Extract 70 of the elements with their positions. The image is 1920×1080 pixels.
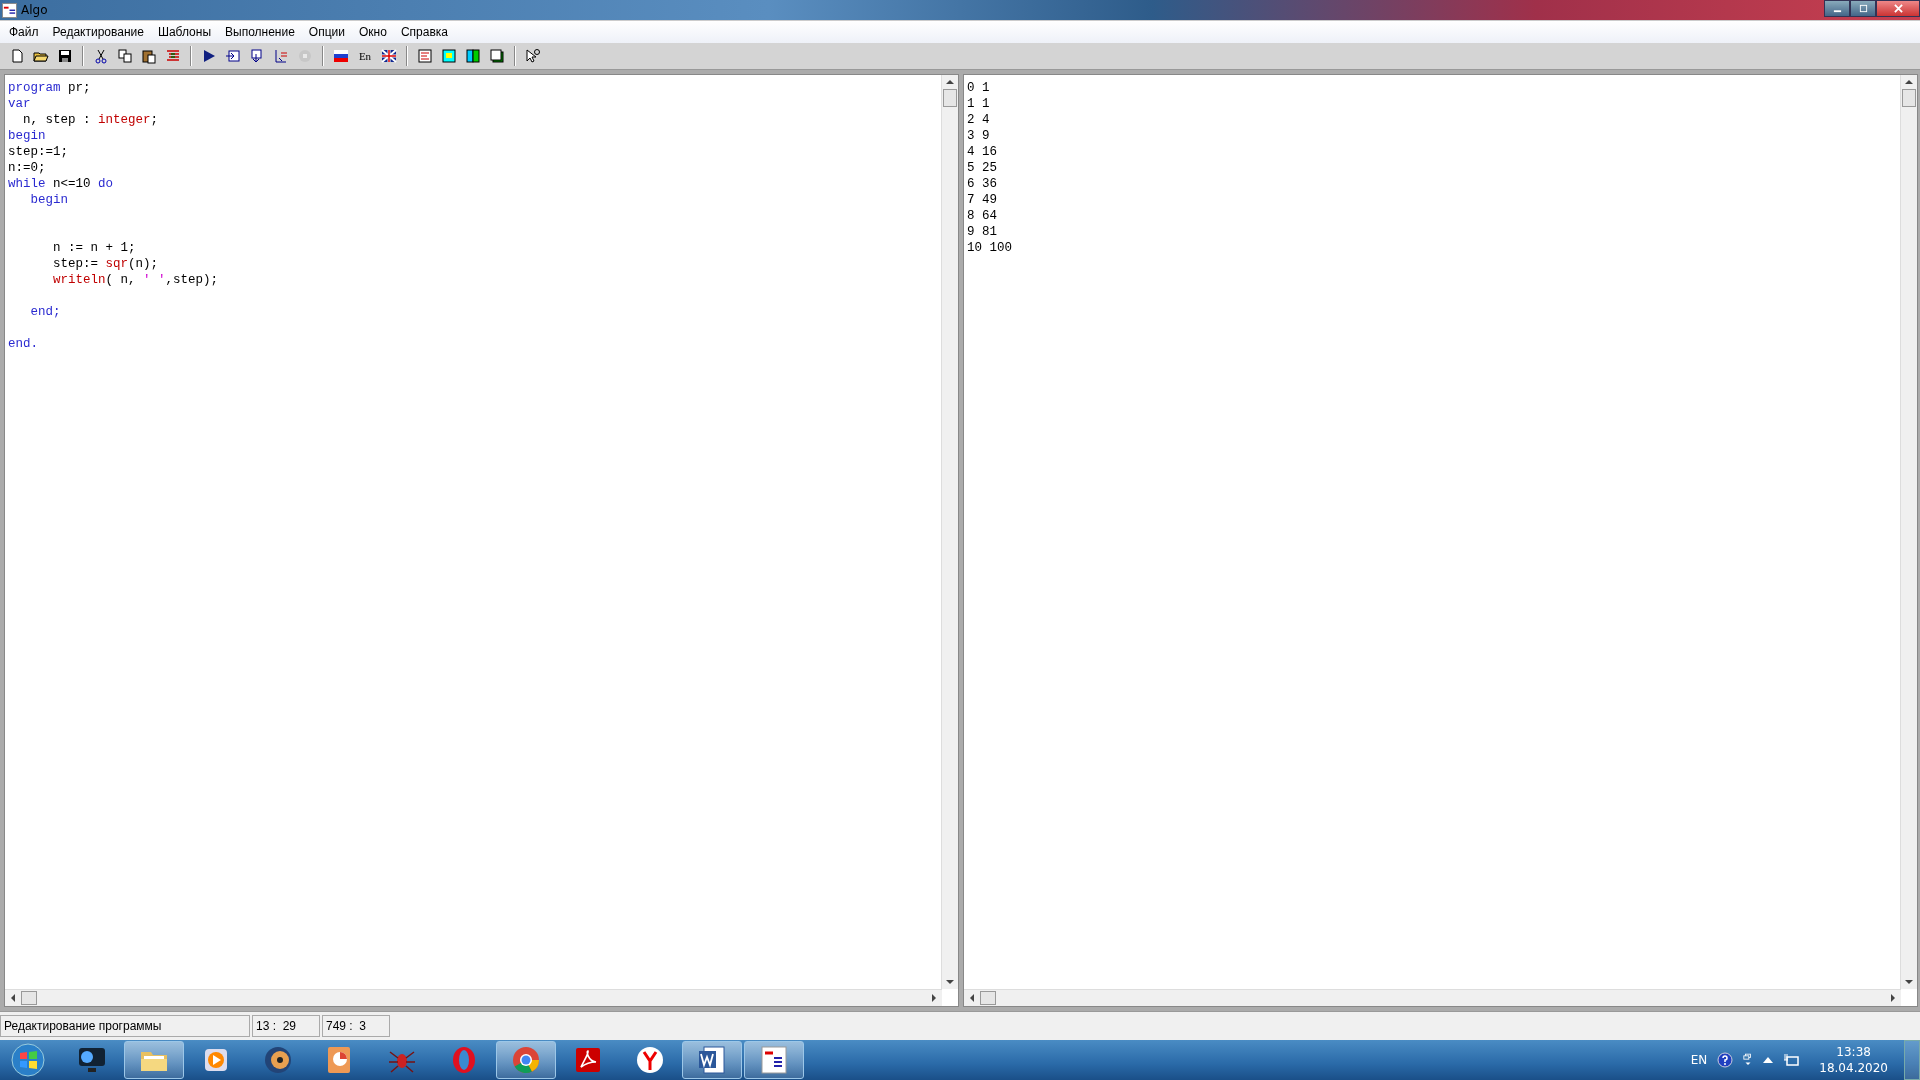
clock[interactable]: 13:38 18.04.2020 xyxy=(1819,1044,1888,1076)
program-size: 749 : 3 xyxy=(322,1015,390,1037)
help-icon[interactable] xyxy=(1717,1052,1734,1068)
output-line: 3 9 xyxy=(967,128,991,144)
close-button[interactable] xyxy=(1876,0,1920,17)
menu-item[interactable]: Окно xyxy=(352,25,394,39)
code-line: n := n + 1; xyxy=(52,240,137,256)
scroll-up-icon[interactable] xyxy=(946,78,954,86)
output-line: 0 1 xyxy=(967,80,991,96)
code-line: program pr; xyxy=(8,80,92,96)
output-line: 8 64 xyxy=(967,208,998,224)
scroll-right-icon[interactable] xyxy=(930,994,938,1002)
output-line: 9 81 xyxy=(967,224,998,240)
language-indicator[interactable]: EN xyxy=(1690,1053,1708,1067)
output-line: 6 36 xyxy=(967,176,998,192)
horizontal-scrollbar[interactable] xyxy=(5,989,942,1006)
windows-icon[interactable] xyxy=(1743,1053,1754,1067)
browser-icon[interactable] xyxy=(496,1041,556,1079)
menu-item[interactable]: Шаблоны xyxy=(150,25,218,39)
scroll-left-icon[interactable] xyxy=(9,994,17,1002)
clock-time: 13:38 xyxy=(1836,1044,1871,1060)
output-line: 5 25 xyxy=(967,160,998,176)
status-message: Редактирование программы xyxy=(0,1015,250,1037)
code-line: end. xyxy=(8,336,39,352)
network-icon[interactable] xyxy=(1783,1052,1800,1068)
scroll-down-icon[interactable] xyxy=(946,978,954,986)
scroll-left-icon[interactable] xyxy=(968,994,976,1002)
maximize-button[interactable] xyxy=(1850,0,1876,17)
clock-date: 18.04.2020 xyxy=(1819,1060,1888,1076)
menu-item[interactable]: Файл xyxy=(2,25,46,39)
language-button[interactable]: En xyxy=(354,45,376,67)
code-line: begin xyxy=(29,192,69,208)
menu-item[interactable]: Выполнение xyxy=(218,25,302,39)
menu-item[interactable]: Редактирование xyxy=(45,25,151,39)
code-line: step:=1; xyxy=(8,144,69,160)
folder-icon[interactable] xyxy=(124,1041,184,1079)
scroll-thumb[interactable] xyxy=(980,991,996,1005)
scroll-thumb[interactable] xyxy=(1902,89,1916,107)
menu-item[interactable]: Опции xyxy=(301,25,352,39)
code-line: writeln( n, ' ',step); xyxy=(52,272,220,288)
scroll-thumb[interactable] xyxy=(943,89,957,107)
code-line: while n<=10 do xyxy=(8,176,115,192)
output-line: 1 1 xyxy=(967,96,991,112)
scroll-down-icon[interactable] xyxy=(1905,978,1913,986)
cursor-position: 13 : 29 xyxy=(252,1015,320,1037)
algo-icon[interactable] xyxy=(744,1041,804,1079)
code-line: end; xyxy=(29,304,62,320)
app-icon xyxy=(2,2,17,18)
minimize-button[interactable] xyxy=(1824,0,1850,17)
menu-item[interactable]: Справка xyxy=(393,25,455,39)
output-line: 7 49 xyxy=(967,192,998,208)
output-line: 4 16 xyxy=(967,144,998,160)
code-line: n:=0; xyxy=(8,160,47,176)
window-title: Algo xyxy=(21,3,48,17)
code-line: begin xyxy=(8,128,47,144)
vertical-scrollbar[interactable] xyxy=(1900,75,1917,989)
code-line: n, step : integer; xyxy=(22,112,160,128)
code-line: var xyxy=(8,96,32,112)
code-line: step:= sqr(n); xyxy=(52,256,160,272)
word-icon[interactable] xyxy=(682,1041,742,1079)
close-icon xyxy=(1893,4,1903,13)
output-line: 2 4 xyxy=(967,112,991,128)
show-hidden-icons-icon[interactable] xyxy=(1763,1057,1774,1063)
scroll-right-icon[interactable] xyxy=(1889,994,1897,1002)
horizontal-scrollbar[interactable] xyxy=(964,989,1901,1006)
maximize-icon xyxy=(1858,4,1868,13)
output-line: 10 100 xyxy=(967,240,1013,256)
scroll-thumb[interactable] xyxy=(21,991,37,1005)
vertical-scrollbar[interactable] xyxy=(941,75,958,989)
scroll-up-icon[interactable] xyxy=(1905,78,1913,86)
